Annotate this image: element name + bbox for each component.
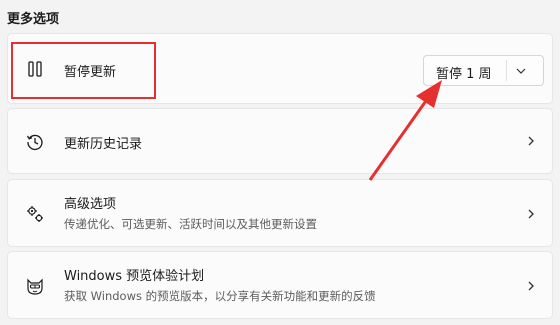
chevron-right-icon (528, 281, 534, 291)
gears-icon (24, 203, 46, 225)
advanced-options-row[interactable]: 高级选项 传递优化、可选更新、活跃时间以及其他更新设置 (7, 179, 553, 247)
update-history-row[interactable]: 更新历史记录 (7, 108, 553, 174)
advanced-options-subtitle: 传递优化、可选更新、活跃时间以及其他更新设置 (64, 217, 317, 231)
insider-cat-icon (24, 275, 46, 297)
update-history-title: 更新历史记录 (64, 137, 143, 152)
section-title: 更多选项 (7, 12, 60, 27)
windows-insider-subtitle: 获取 Windows 的预览版本，以分享有关新功能和更新的反馈 (64, 289, 376, 303)
windows-insider-title: Windows 预览体验计划 (64, 269, 205, 284)
chevron-down-icon[interactable] (514, 65, 528, 77)
history-icon (24, 131, 46, 153)
dropdown-divider (506, 60, 507, 81)
windows-insider-row[interactable]: Windows 预览体验计划 获取 Windows 的预览版本，以分享有关新功能… (7, 251, 553, 319)
highlight-box (11, 42, 156, 99)
chevron-right-icon (528, 136, 534, 146)
advanced-options-title: 高级选项 (64, 197, 117, 212)
chevron-right-icon (528, 209, 534, 219)
annotation-arrow (368, 80, 442, 181)
